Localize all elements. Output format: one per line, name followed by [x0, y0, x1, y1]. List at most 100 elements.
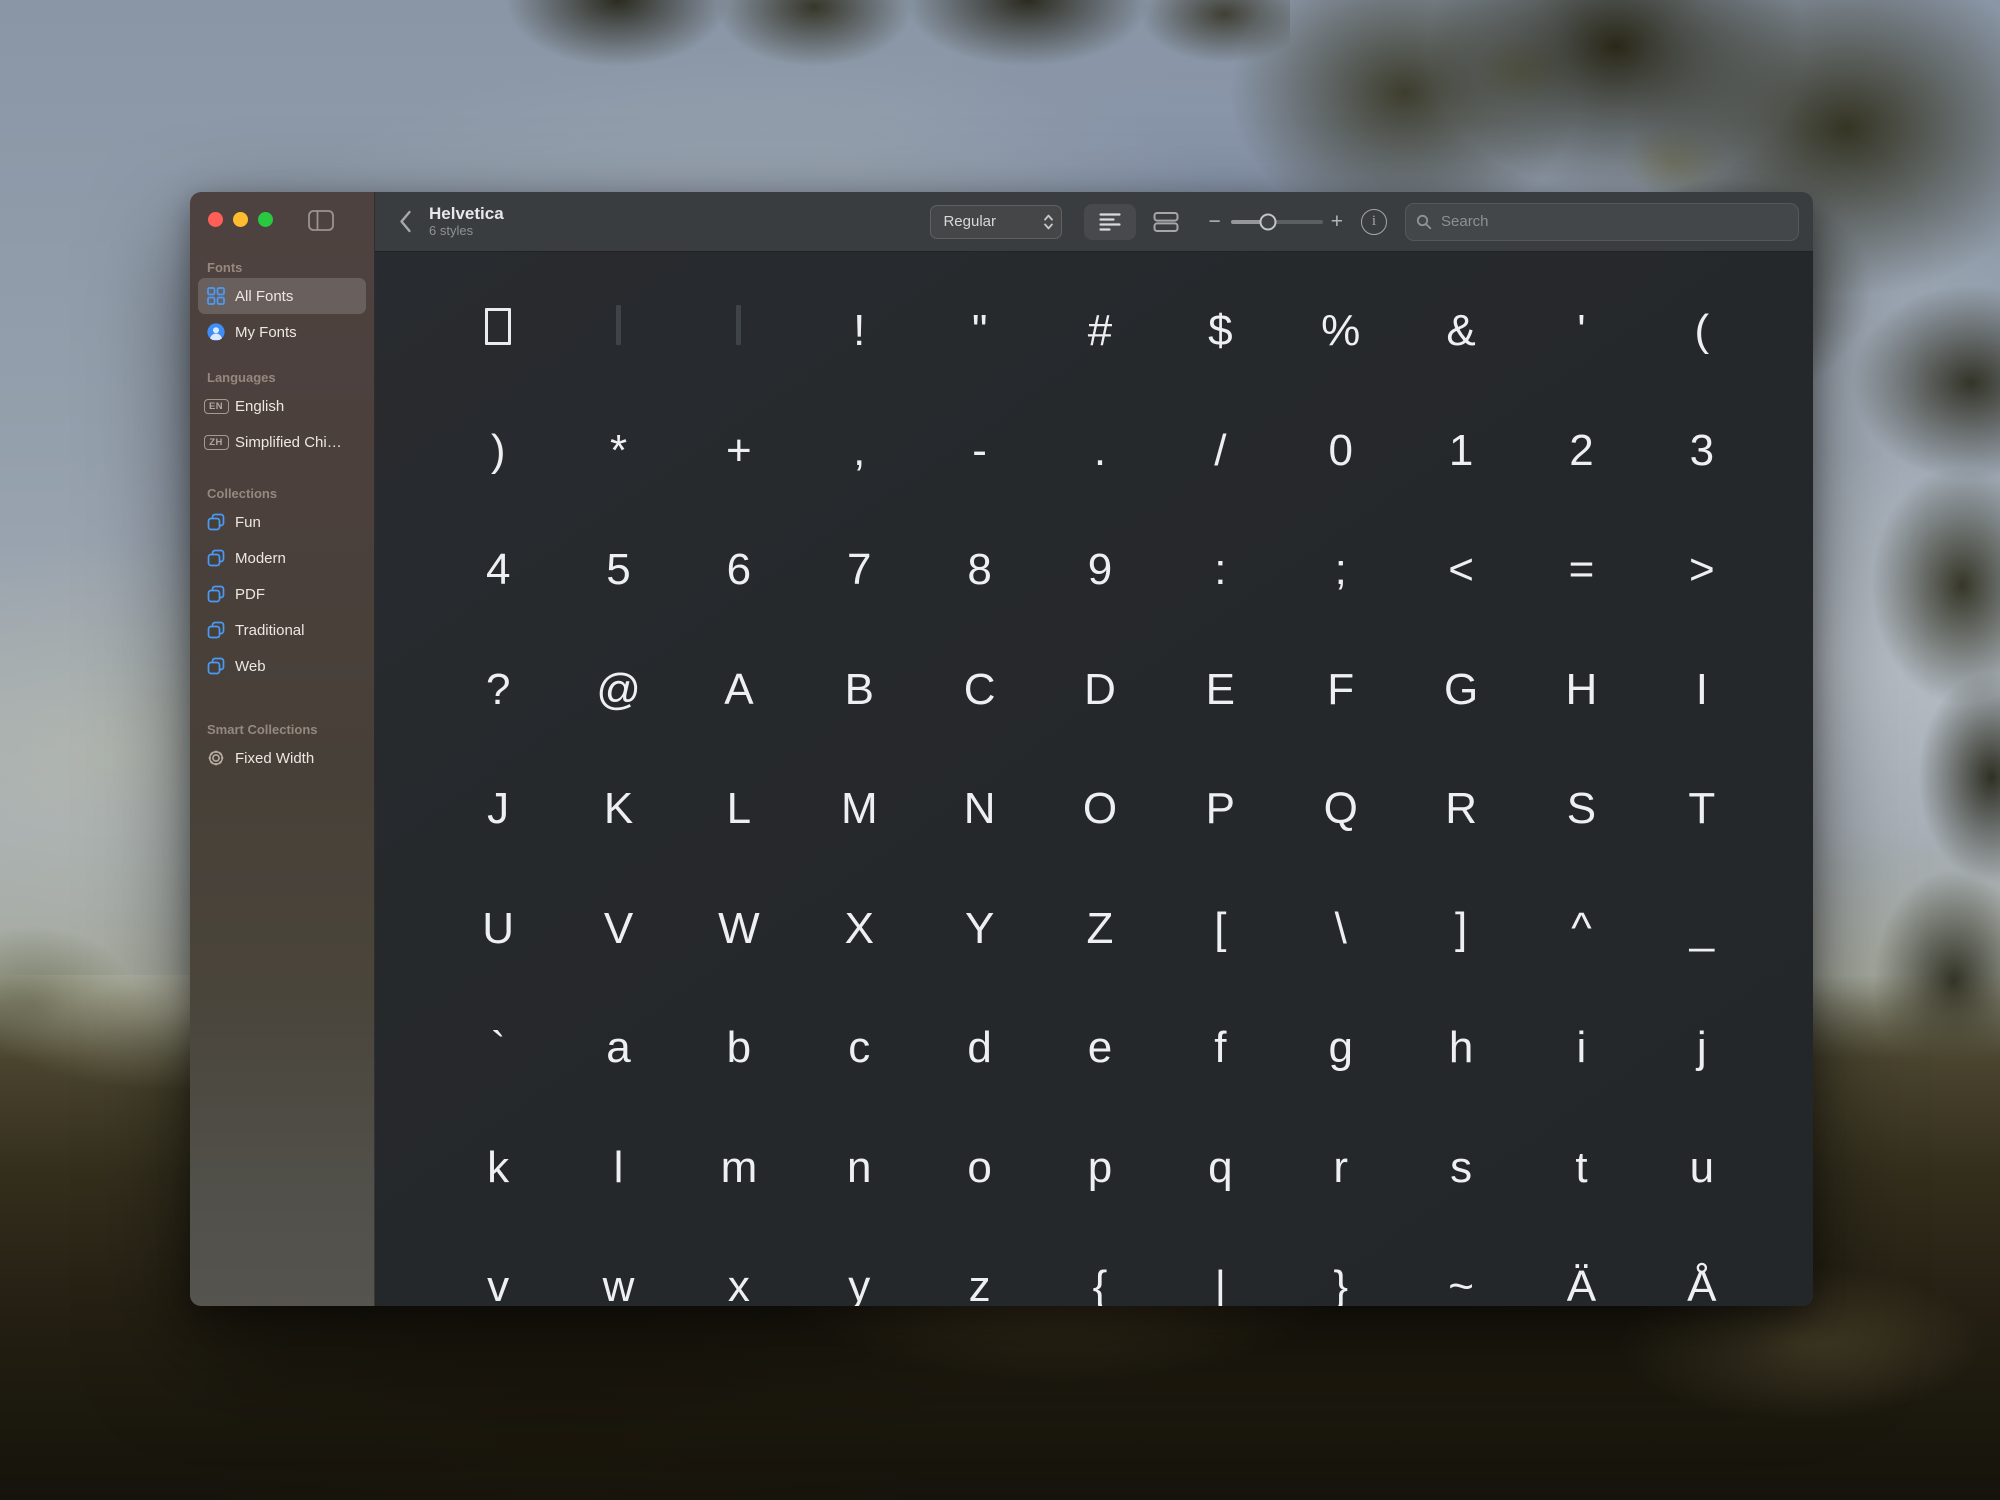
- glyph-cell[interactable]: ": [919, 271, 1039, 391]
- glyph-cell[interactable]: [: [1160, 869, 1280, 989]
- glyph-cell[interactable]: D: [1040, 630, 1160, 750]
- glyph-cell[interactable]: !: [799, 271, 919, 391]
- glyph-cell[interactable]: -: [919, 391, 1039, 511]
- glyph-cell[interactable]: v: [438, 1227, 558, 1306]
- sidebar-item-english[interactable]: EN English: [198, 388, 366, 424]
- glyph-cell[interactable]: W: [679, 869, 799, 989]
- back-button[interactable]: [387, 210, 423, 233]
- glyph-cell[interactable]: l: [558, 1108, 678, 1228]
- glyph-cell[interactable]: 4: [438, 510, 558, 630]
- glyph-cell[interactable]: #: [1040, 271, 1160, 391]
- glyph-cell[interactable]: q: [1160, 1108, 1280, 1228]
- glyph-cell[interactable]: ~: [1401, 1227, 1521, 1306]
- glyph-cell[interactable]: \: [1281, 869, 1401, 989]
- glyph-cell[interactable]: M: [799, 749, 919, 869]
- glyph-cell[interactable]: +: [679, 391, 799, 511]
- glyph-cell[interactable]: `: [438, 988, 558, 1108]
- glyph-cell[interactable]: %: [1281, 271, 1401, 391]
- glyph-cell[interactable]: C: [919, 630, 1039, 750]
- glyph-cell[interactable]: L: [679, 749, 799, 869]
- info-button[interactable]: [1361, 209, 1387, 235]
- glyph-cell[interactable]: 3: [1642, 391, 1762, 511]
- style-popup-button[interactable]: Regular: [930, 205, 1062, 239]
- glyph-cell[interactable]: 1: [1401, 391, 1521, 511]
- glyph-cell[interactable]: Y: [919, 869, 1039, 989]
- sidebar-item-fun[interactable]: Fun: [198, 504, 366, 540]
- glyph-cell[interactable]: X: [799, 869, 919, 989]
- glyph-cell[interactable]: J: [438, 749, 558, 869]
- glyph-cell[interactable]: &: [1401, 271, 1521, 391]
- glyph-cell[interactable]: A: [679, 630, 799, 750]
- sidebar-item-my-fonts[interactable]: My Fonts: [198, 314, 366, 350]
- glyph-cell[interactable]: j: [1642, 988, 1762, 1108]
- sidebar-toggle-button[interactable]: [308, 210, 334, 231]
- sidebar-item-modern[interactable]: Modern: [198, 540, 366, 576]
- glyph-cell[interactable]: *: [558, 391, 678, 511]
- glyph-cell[interactable]: z: [919, 1227, 1039, 1306]
- glyph-cell[interactable]: k: [438, 1108, 558, 1228]
- glyph-cell[interactable]: b: [679, 988, 799, 1108]
- glyph-cell[interactable]: /: [1160, 391, 1280, 511]
- glyph-cell[interactable]: t: [1521, 1108, 1641, 1228]
- glyph-cell[interactable]: r: [1281, 1108, 1401, 1228]
- glyph-cell[interactable]: ^: [1521, 869, 1641, 989]
- glyph-cell[interactable]: w: [558, 1227, 678, 1306]
- glyph-cell[interactable]: a: [558, 988, 678, 1108]
- glyph-cell[interactable]: >: [1642, 510, 1762, 630]
- view-repertoire-button[interactable]: [1140, 204, 1192, 240]
- glyph-cell[interactable]: ): [438, 391, 558, 511]
- glyph-cell[interactable]: h: [1401, 988, 1521, 1108]
- glyph-cell[interactable]: P: [1160, 749, 1280, 869]
- glyph-cell[interactable]: U: [438, 869, 558, 989]
- glyph-cell[interactable]: T: [1642, 749, 1762, 869]
- glyph-cell[interactable]: ]: [1401, 869, 1521, 989]
- glyph-cell[interactable]: _: [1642, 869, 1762, 989]
- glyph-cell[interactable]: 2: [1521, 391, 1641, 511]
- decrease-size-button minus-icon[interactable]: [1208, 211, 1220, 232]
- glyph-cell[interactable]: [679, 271, 799, 391]
- glyph-cell[interactable]: G: [1401, 630, 1521, 750]
- glyph-cell[interactable]: 6: [679, 510, 799, 630]
- glyph-cell[interactable]: Ä: [1521, 1227, 1641, 1306]
- glyph-cell[interactable]: ,: [799, 391, 919, 511]
- glyph-cell[interactable]: 8: [919, 510, 1039, 630]
- glyph-cell[interactable]: <: [1401, 510, 1521, 630]
- glyph-cell[interactable]: Q: [1281, 749, 1401, 869]
- glyph-cell[interactable]: V: [558, 869, 678, 989]
- glyph-cell[interactable]: {: [1040, 1227, 1160, 1306]
- zoom-button[interactable]: [258, 212, 273, 227]
- glyph-cell[interactable]: Z: [1040, 869, 1160, 989]
- view-sample-button[interactable]: [1084, 204, 1136, 240]
- glyph-cell[interactable]: m: [679, 1108, 799, 1228]
- glyph-cell[interactable]: d: [919, 988, 1039, 1108]
- glyph-cell[interactable]: e: [1040, 988, 1160, 1108]
- glyph-cell[interactable]: x: [679, 1227, 799, 1306]
- glyph-cell[interactable]: s: [1401, 1108, 1521, 1228]
- glyph-cell[interactable]: 9: [1040, 510, 1160, 630]
- sidebar-item-web[interactable]: Web: [198, 648, 366, 684]
- glyph-cell[interactable]: F: [1281, 630, 1401, 750]
- slider-thumb[interactable]: [1259, 213, 1276, 230]
- glyph-cell[interactable]: :: [1160, 510, 1280, 630]
- glyph-cell[interactable]: E: [1160, 630, 1280, 750]
- glyph-cell[interactable]: }: [1281, 1227, 1401, 1306]
- glyph-cell[interactable]: B: [799, 630, 919, 750]
- close-button[interactable]: [208, 212, 223, 227]
- glyph-cell[interactable]: y: [799, 1227, 919, 1306]
- glyph-cell[interactable]: ?: [438, 630, 558, 750]
- glyph-cell[interactable]: =: [1521, 510, 1641, 630]
- glyph-cell[interactable]: f: [1160, 988, 1280, 1108]
- glyph-cell[interactable]: [558, 271, 678, 391]
- increase-size-button plus-icon[interactable]: [1331, 211, 1343, 232]
- sidebar-item-simplified-chinese[interactable]: ZH Simplified Chi…: [198, 424, 366, 460]
- minimize-button[interactable]: [233, 212, 248, 227]
- glyph-cell[interactable]: N: [919, 749, 1039, 869]
- glyph-cell[interactable]: i: [1521, 988, 1641, 1108]
- slider-track[interactable]: [1231, 220, 1323, 224]
- glyph-cell[interactable]: u: [1642, 1108, 1762, 1228]
- glyph-cell[interactable]: I: [1642, 630, 1762, 750]
- glyph-cell[interactable]: ': [1521, 271, 1641, 391]
- glyph-cell[interactable]: Å: [1642, 1227, 1762, 1306]
- size-slider[interactable]: [1231, 213, 1323, 231]
- sidebar-item-all-fonts[interactable]: All Fonts: [198, 278, 366, 314]
